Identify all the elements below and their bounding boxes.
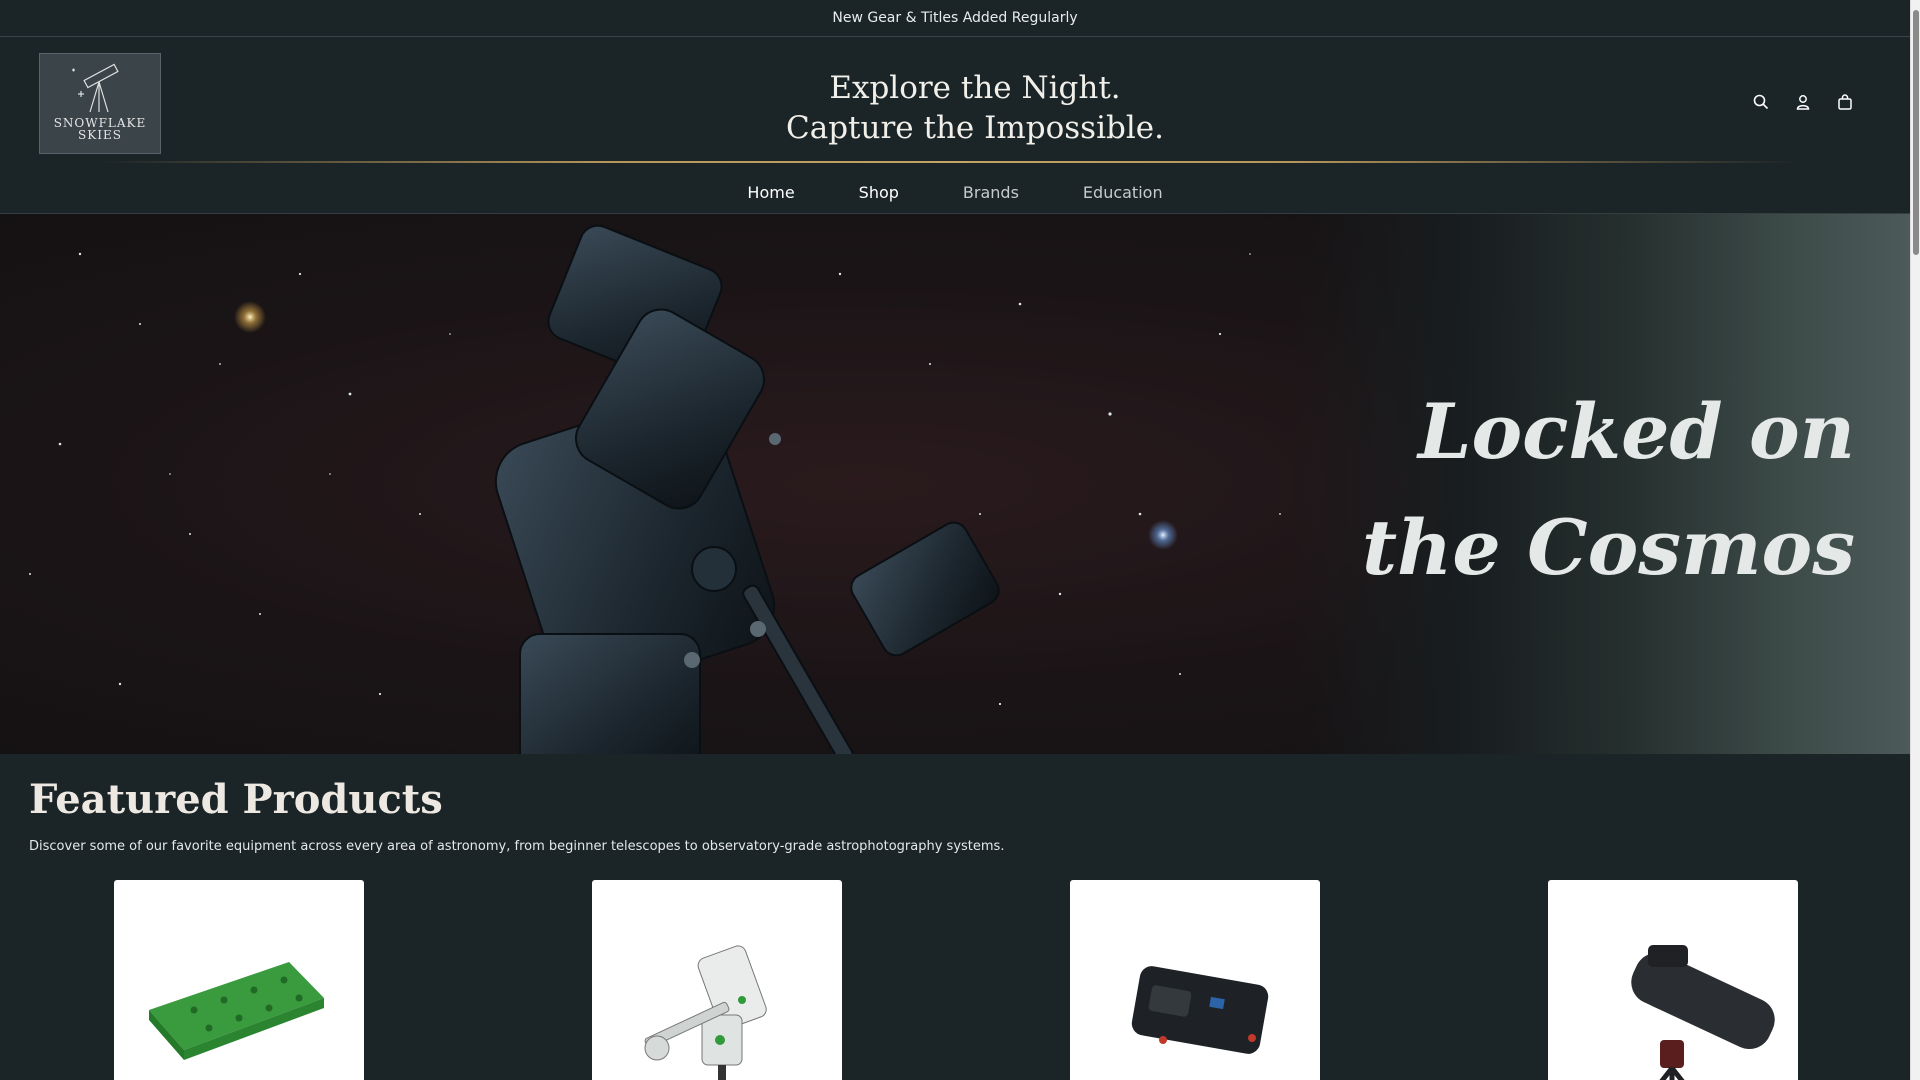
product-card[interactable] bbox=[592, 880, 842, 1080]
hero-banner[interactable]: Locked on the Cosmos bbox=[0, 214, 1910, 754]
nav-brands[interactable]: Brands bbox=[963, 183, 1019, 202]
reflector-telescope-image bbox=[1631, 945, 1775, 1080]
telescope-logo-icon bbox=[72, 63, 119, 113]
header-icons bbox=[1751, 92, 1855, 112]
tagline-line-1: Explore the Night. bbox=[829, 70, 1121, 106]
nav-education[interactable]: Education bbox=[1083, 183, 1163, 202]
nav-home[interactable]: Home bbox=[747, 183, 794, 202]
equatorial-mount-image bbox=[644, 945, 767, 1080]
nav-shop[interactable]: Shop bbox=[859, 183, 899, 202]
featured-section: Featured Products Discover some of our f… bbox=[29, 776, 1004, 854]
logo[interactable]: SNOWFLAKE SKIES bbox=[39, 53, 161, 154]
search-icon[interactable] bbox=[1751, 92, 1771, 112]
account-icon[interactable] bbox=[1793, 92, 1813, 112]
hero-heading-line-2: the Cosmos bbox=[1361, 503, 1855, 592]
product-card[interactable] bbox=[1548, 880, 1798, 1080]
green-dovetail-plate-image bbox=[149, 962, 324, 1060]
featured-title: Featured Products bbox=[29, 776, 443, 823]
cart-icon[interactable] bbox=[1835, 92, 1855, 112]
scrollbar-thumb[interactable] bbox=[1913, 10, 1919, 255]
main-nav: Home Shop Brands Education bbox=[0, 171, 1910, 214]
product-card[interactable] bbox=[1070, 880, 1320, 1080]
logo-line-2: SKIES bbox=[78, 128, 122, 142]
tagline: Explore the Night. Capture the Impossibl… bbox=[700, 68, 1250, 148]
announcement-bar: New Gear & Titles Added Regularly bbox=[0, 0, 1910, 37]
announcement-text: New Gear & Titles Added Regularly bbox=[832, 10, 1078, 26]
featured-description: Discover some of our favorite equipment … bbox=[29, 839, 1005, 854]
camera-controller-image bbox=[1131, 966, 1269, 1054]
logo-text: SNOWFLAKE SKIES bbox=[54, 117, 147, 141]
hero-heading-line-1: Locked on bbox=[1418, 387, 1855, 476]
site-header: SNOWFLAKE SKIES Explore the Night. Captu… bbox=[0, 38, 1910, 214]
page-scrollbar[interactable] bbox=[1910, 0, 1920, 1080]
product-card[interactable] bbox=[114, 880, 364, 1080]
hero-heading: Locked on the Cosmos bbox=[1362, 374, 1855, 606]
tagline-line-2: Capture the Impossible. bbox=[786, 110, 1164, 146]
gold-divider bbox=[100, 161, 1800, 163]
